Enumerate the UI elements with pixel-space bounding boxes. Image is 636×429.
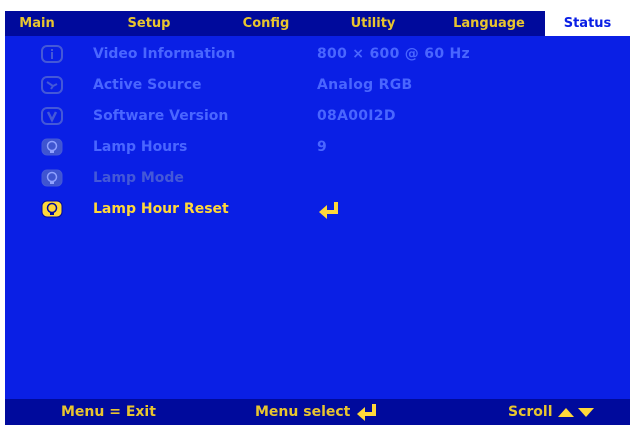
lamp-icon [41,169,63,187]
source-icon [41,76,63,94]
row-label: Lamp Mode [93,170,184,186]
row-label: Lamp Hour Reset [93,201,229,217]
tab-utility[interactable]: Utility [333,11,413,36]
enter-arrow-icon[interactable] [317,201,341,219]
active-source-value: Analog RGB [317,77,413,93]
scroll-label: Scroll [508,404,553,420]
footer-bar: Menu = Exit Menu select Scroll [5,399,630,425]
row-label: Active Source [93,77,202,93]
row-label: Lamp Hours [93,139,188,155]
lamp-reset-icon [41,200,63,218]
menu-select-hint: Menu select [255,399,379,425]
tab-bar: Main Setup Config Utility Language Statu… [5,11,630,36]
lamp-icon [41,138,63,156]
osd-menu: Main Setup Config Utility Language Statu… [5,11,630,425]
row-lamp-mode[interactable]: Lamp Mode [5,166,630,197]
row-lamp-hours[interactable]: Lamp Hours 9 [5,135,630,166]
up-down-arrows-icon [558,408,595,417]
tab-main[interactable]: Main [5,11,69,36]
row-active-source[interactable]: Active Source Analog RGB [5,73,630,104]
scroll-hint: Scroll [508,399,597,425]
row-label: Software Version [93,108,229,124]
row-lamp-hour-reset[interactable]: Lamp Hour Reset [5,197,630,228]
info-icon [41,45,63,63]
menu-exit-hint: Menu = Exit [61,404,156,420]
menu-select-label: Menu select [255,404,351,420]
tab-setup[interactable]: Setup [109,11,189,36]
version-icon [41,107,63,125]
row-video-information[interactable]: Video Information 800 × 600 @ 60 Hz [5,42,630,73]
lamp-hours-value: 9 [317,139,328,155]
video-information-value: 800 × 600 @ 60 Hz [317,46,470,62]
row-label: Video Information [93,46,236,62]
enter-arrow-icon [357,404,377,421]
tab-config[interactable]: Config [227,11,305,36]
software-version-value: 08A00I2D [317,108,396,124]
row-software-version[interactable]: Software Version 08A00I2D [5,104,630,135]
tab-status[interactable]: Status [545,11,630,36]
tab-language[interactable]: Language [441,11,537,36]
